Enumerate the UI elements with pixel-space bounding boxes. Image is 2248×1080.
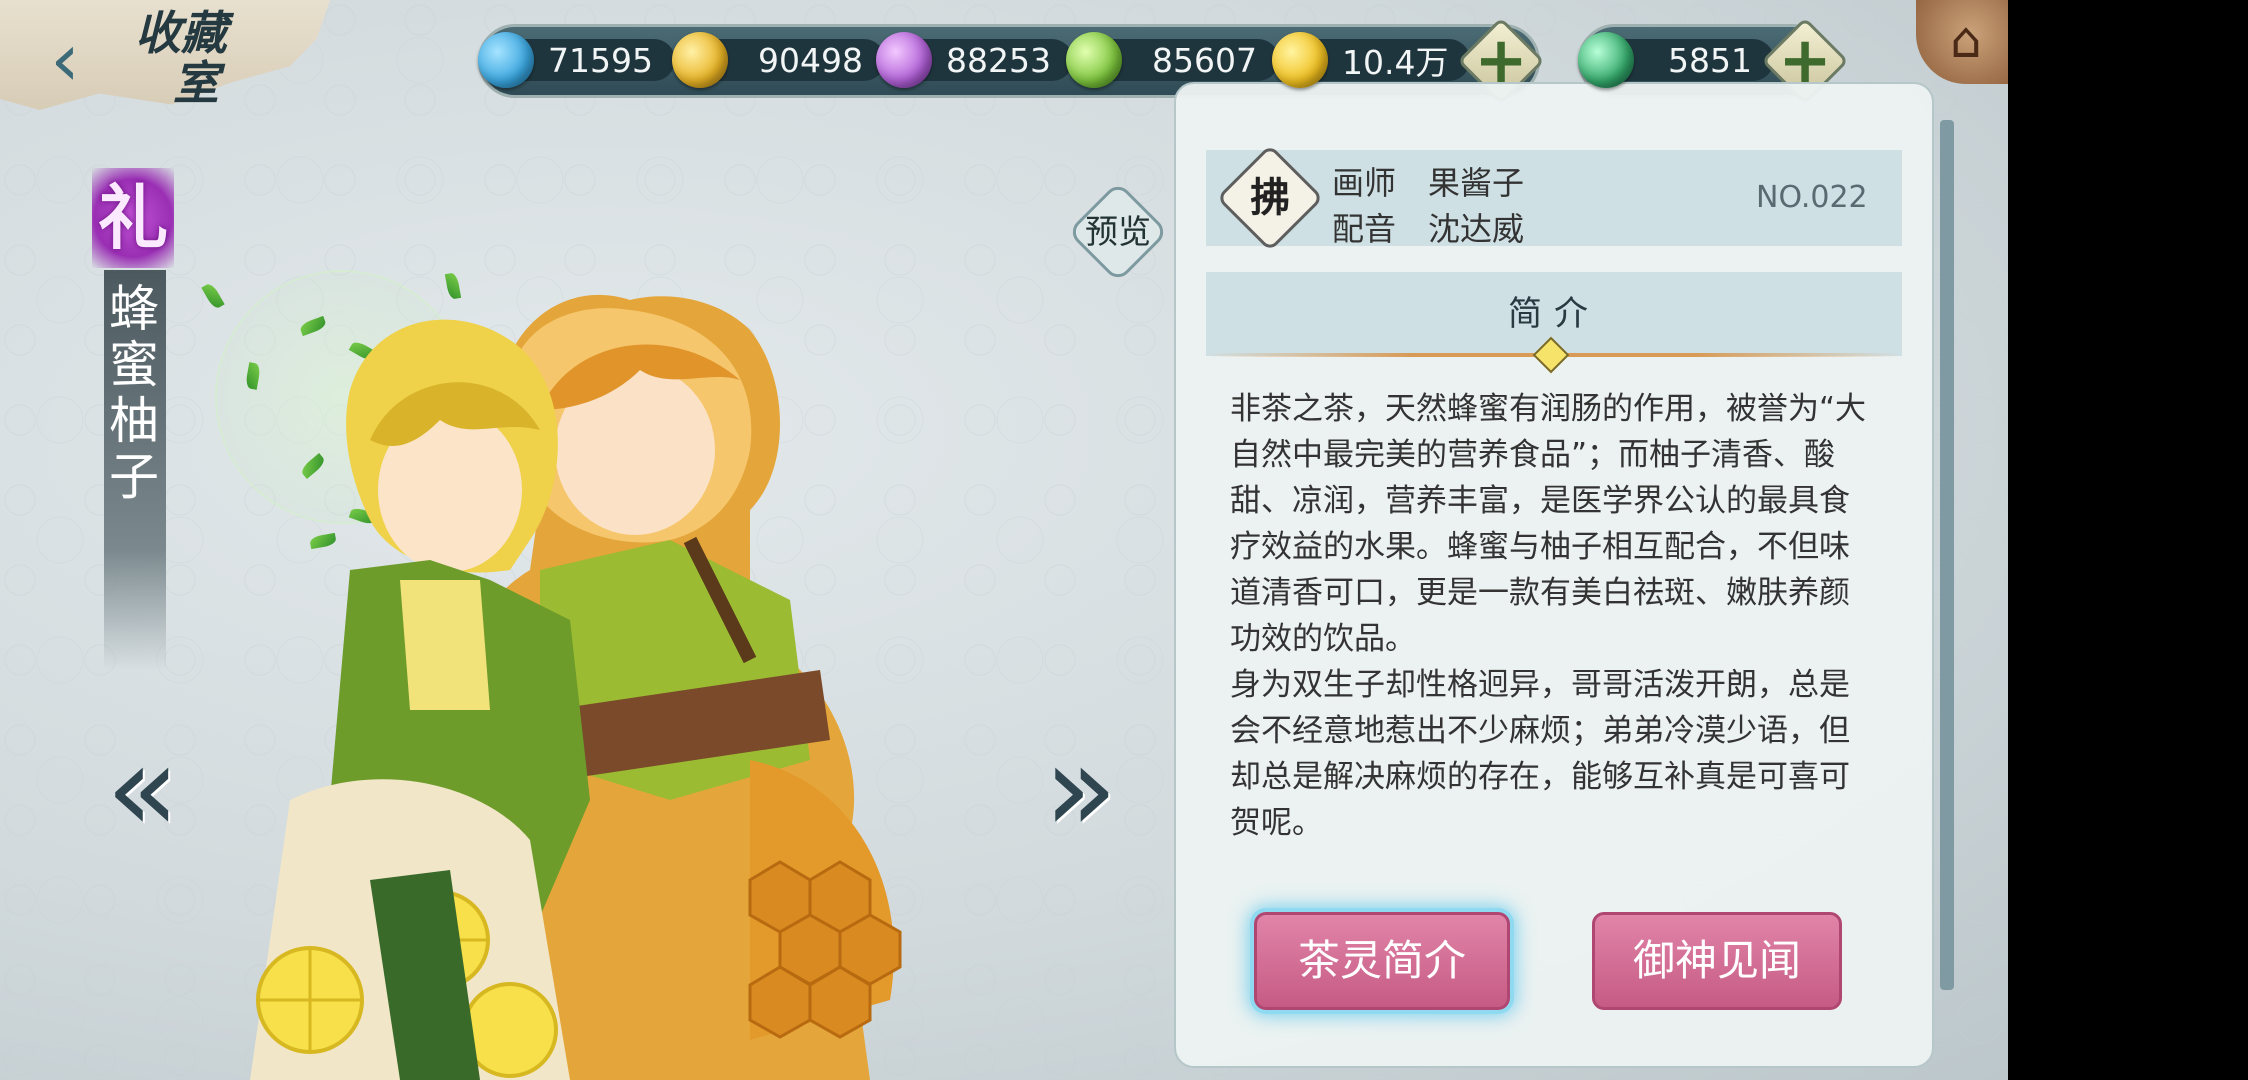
- character-description: 非茶之茶，天然蜂蜜有润肠的作用，被誉为“大自然中最完美的营养食品”；而柚子清香、…: [1230, 386, 1880, 846]
- screen-edge: [2008, 0, 2248, 1080]
- game-screen: ‹ 收藏 室 71595 90498 88253 85607 10.4万 + 5…: [0, 0, 2008, 1080]
- green-orb-icon: [1066, 32, 1122, 88]
- currency-purple: 88253: [876, 30, 1073, 90]
- artist-row: 画师 果酱子: [1332, 158, 1524, 204]
- back-button[interactable]: ‹: [40, 20, 90, 100]
- page-title-line1: 收藏: [135, 6, 227, 60]
- page-title: 收藏 室: [135, 8, 265, 108]
- currency-blue: 71595: [478, 30, 675, 90]
- page-title-line2: 室: [173, 56, 219, 110]
- preview-label: 预览: [1085, 212, 1151, 251]
- gold-coin-icon: [1272, 32, 1328, 88]
- next-character-arrow[interactable]: »: [1044, 730, 1117, 850]
- gold-orb-icon: [672, 32, 728, 88]
- jade-icon: [1578, 32, 1634, 88]
- preview-button[interactable]: 预览: [1067, 181, 1169, 283]
- character-number: NO.022: [1756, 180, 1868, 215]
- currency-jade: 5851: [1578, 30, 1774, 90]
- description-paragraph: 非茶之茶，天然蜂蜜有润肠的作用，被誉为“大自然中最完美的营养食品”；而柚子清香、…: [1230, 391, 1867, 657]
- currency-gold: 90498: [672, 30, 885, 90]
- blue-orb-icon: [478, 32, 534, 88]
- panel-edge: [1940, 120, 1954, 990]
- purple-orb-icon: [876, 32, 932, 88]
- artist-value: 果酱子: [1428, 164, 1525, 202]
- description-paragraph: 身为双生子却性格迥异，哥哥活泼开朗，总是会不经意地惹出不少麻烦；弟弟冷漠少语，但…: [1230, 667, 1850, 841]
- voice-value: 沈达威: [1428, 210, 1525, 248]
- currency-coin: 10.4万: [1272, 30, 1471, 90]
- currency-green: 85607: [1066, 30, 1279, 90]
- voice-key: 配音: [1332, 210, 1397, 248]
- voice-row: 配音 沈达威: [1332, 204, 1524, 250]
- seal-icon: 拂: [1250, 174, 1290, 221]
- deity-lore-button[interactable]: 御神见闻: [1592, 912, 1842, 1010]
- previous-character-arrow[interactable]: «: [106, 730, 179, 850]
- tea-intro-button[interactable]: 茶灵简介: [1254, 912, 1510, 1010]
- home-icon: ⌂: [1950, 11, 1982, 69]
- character-illustration: [250, 294, 902, 1080]
- artist-key: 画师: [1332, 164, 1397, 202]
